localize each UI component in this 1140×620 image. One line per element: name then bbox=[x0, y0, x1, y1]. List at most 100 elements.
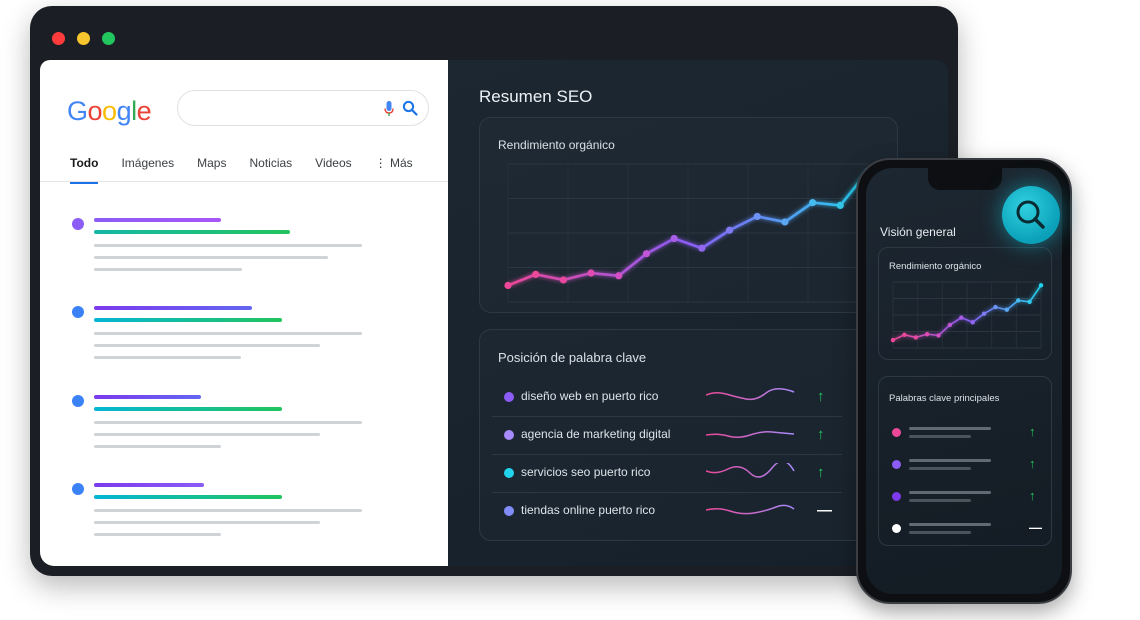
result-snippet-line bbox=[94, 521, 320, 524]
chart-point bbox=[1027, 299, 1032, 304]
keyword-dot bbox=[504, 392, 514, 402]
phone-notch bbox=[928, 168, 1002, 190]
chart-point bbox=[532, 270, 540, 278]
result-favicon bbox=[72, 306, 84, 318]
maximize-window-button[interactable] bbox=[102, 32, 115, 45]
result-favicon bbox=[72, 218, 84, 230]
keyword-dot bbox=[504, 430, 514, 440]
trend-icon: — bbox=[817, 502, 832, 519]
tab-noticias[interactable]: Noticias bbox=[249, 156, 292, 184]
keyword-sparkline bbox=[706, 388, 795, 401]
google-logo-letter: g bbox=[116, 96, 132, 126]
result-favicon bbox=[72, 395, 84, 407]
phone-keyword-dot bbox=[892, 492, 901, 501]
trend-icon: ↑ bbox=[1029, 424, 1036, 439]
keyword-label: tiendas online puerto rico bbox=[521, 503, 656, 517]
result-snippet-line bbox=[94, 421, 362, 424]
result-snippet-line bbox=[94, 268, 242, 271]
result-snippet-line bbox=[94, 445, 221, 448]
result-url-placeholder bbox=[94, 495, 282, 499]
chart-point bbox=[615, 272, 623, 280]
search-result[interactable] bbox=[72, 216, 372, 286]
minimize-window-button[interactable] bbox=[77, 32, 90, 45]
tabs-divider bbox=[40, 181, 448, 182]
browser-window: Google Todo Imágenes Maps Noticias Video… bbox=[30, 6, 958, 576]
result-snippet-line bbox=[94, 332, 362, 335]
phone-keywords-card: Palabras clave principales ↑ ↑ ↑ — bbox=[878, 376, 1052, 546]
search-tabs: Todo Imágenes Maps Noticias Videos ⋮ Más bbox=[70, 156, 436, 184]
result-title-placeholder[interactable] bbox=[94, 483, 204, 487]
result-snippet-line bbox=[94, 256, 328, 259]
keyword-sparkline bbox=[706, 431, 795, 439]
keyword-label: diseño web en puerto rico bbox=[521, 389, 659, 403]
keyword-sparkline bbox=[706, 504, 795, 515]
phone-keywords-card-title: Palabras clave principales bbox=[889, 393, 1000, 404]
google-search-page: Google Todo Imágenes Maps Noticias Video… bbox=[40, 60, 448, 566]
phone-keyword-row[interactable]: — bbox=[889, 515, 1045, 545]
result-url-placeholder bbox=[94, 318, 282, 322]
trend-icon: — bbox=[1029, 520, 1042, 535]
phone-keyword-row[interactable]: ↑ bbox=[889, 483, 1045, 513]
keyword-dot bbox=[504, 468, 514, 478]
phone-keyword-row[interactable]: ↑ bbox=[889, 451, 1045, 481]
keyword-dot bbox=[504, 506, 514, 516]
chart-point bbox=[1016, 298, 1021, 303]
phone-keyword-placeholder bbox=[909, 459, 991, 462]
keyword-position-card: Posición de palabra clave diseño web en … bbox=[479, 329, 898, 541]
keyword-row[interactable]: servicios seo puerto rico ↑ bbox=[492, 455, 842, 493]
result-url-placeholder bbox=[94, 407, 282, 411]
chart-point bbox=[781, 218, 789, 226]
search-input[interactable] bbox=[177, 90, 429, 126]
tab-mas[interactable]: ⋮ Más bbox=[375, 156, 413, 184]
result-url-placeholder bbox=[94, 230, 290, 234]
search-result[interactable] bbox=[72, 393, 372, 463]
result-title-placeholder[interactable] bbox=[94, 306, 252, 310]
keyword-row[interactable]: diseño web en puerto rico ↑ bbox=[492, 379, 842, 417]
chart-point bbox=[993, 304, 998, 310]
chart-point bbox=[559, 276, 567, 284]
result-snippet-line bbox=[94, 344, 320, 347]
phone-title: Visión general bbox=[880, 225, 956, 239]
chart-point bbox=[809, 199, 817, 207]
keyword-row[interactable]: tiendas online puerto rico — bbox=[492, 493, 842, 531]
phone-keyword-dot bbox=[892, 524, 901, 533]
stage: Google Todo Imágenes Maps Noticias Video… bbox=[0, 0, 1140, 620]
result-title-placeholder[interactable] bbox=[94, 395, 201, 399]
google-logo[interactable]: Google bbox=[67, 96, 152, 127]
chart-point bbox=[587, 269, 595, 277]
chart-point bbox=[981, 311, 987, 316]
phone-keyword-placeholder bbox=[909, 523, 991, 526]
phone-keyword-placeholder bbox=[909, 491, 991, 494]
search-result[interactable] bbox=[72, 304, 372, 374]
result-snippet-line bbox=[94, 433, 320, 436]
keyword-row[interactable]: agencia de marketing digital ↑ bbox=[492, 417, 842, 455]
chart-point bbox=[902, 332, 907, 337]
search-icon[interactable] bbox=[402, 100, 418, 116]
tab-maps[interactable]: Maps bbox=[197, 156, 226, 184]
result-favicon bbox=[72, 483, 84, 495]
result-snippet-line bbox=[94, 356, 241, 359]
close-window-button[interactable] bbox=[52, 32, 65, 45]
phone-keyword-placeholder bbox=[909, 435, 971, 438]
trend-icon: ↑ bbox=[1029, 456, 1036, 471]
google-logo-letter: e bbox=[136, 96, 152, 126]
result-snippet-line bbox=[94, 244, 362, 247]
chart-point bbox=[959, 315, 964, 320]
dashboard-title: Resumen SEO bbox=[479, 87, 593, 106]
phone-search-button[interactable] bbox=[1002, 186, 1060, 244]
result-title-placeholder[interactable] bbox=[94, 218, 221, 222]
search-result[interactable] bbox=[72, 481, 372, 551]
chart-point bbox=[924, 331, 930, 337]
phone-keyword-placeholder bbox=[909, 499, 971, 502]
tab-imagenes[interactable]: Imágenes bbox=[121, 156, 174, 184]
chart-point bbox=[698, 244, 706, 252]
microphone-icon[interactable] bbox=[384, 101, 394, 117]
phone-keyword-row[interactable]: ↑ bbox=[889, 419, 1045, 449]
tab-videos[interactable]: Videos bbox=[315, 156, 351, 184]
keyword-label: servicios seo puerto rico bbox=[521, 465, 651, 479]
keyword-card-title: Posición de palabra clave bbox=[498, 350, 647, 365]
chart-point bbox=[836, 201, 844, 209]
chart-point bbox=[947, 322, 953, 328]
magnifier-icon bbox=[1016, 200, 1045, 229]
tab-todo[interactable]: Todo bbox=[70, 156, 99, 184]
